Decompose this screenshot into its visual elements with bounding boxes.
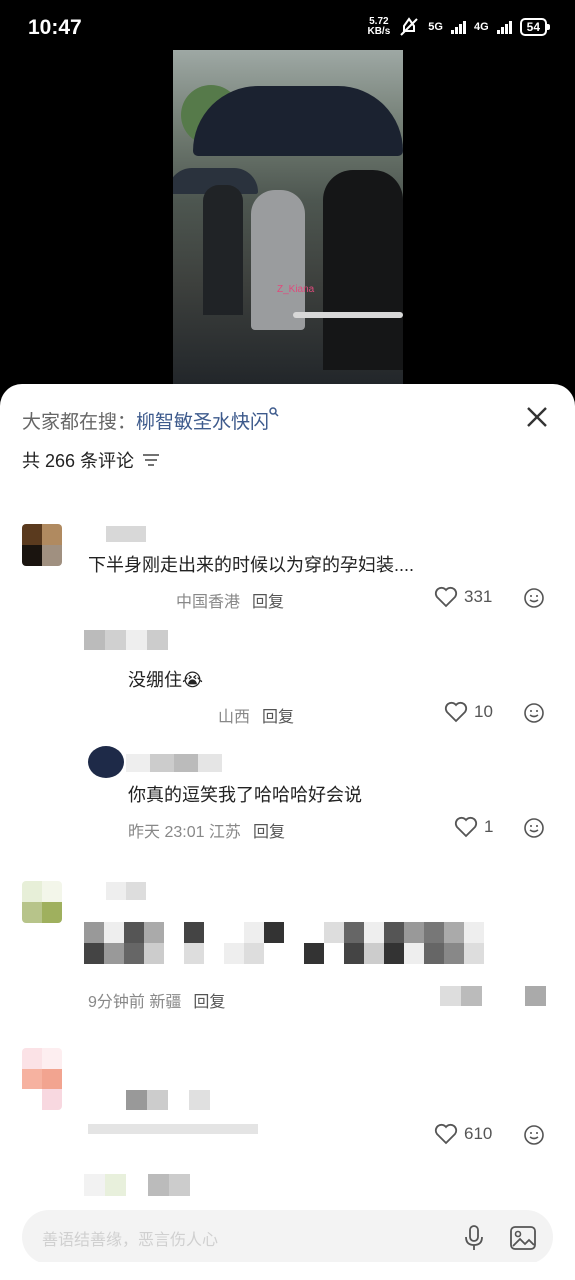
comment-input[interactable]: 善语结善缘，恶言伤人心 — [22, 1210, 553, 1264]
like-count: 331 — [464, 587, 493, 606]
comment-time-location: 9分钟前 新疆 — [88, 994, 182, 1011]
video-umbrella — [193, 86, 403, 156]
like-button[interactable]: 331 — [434, 586, 492, 608]
reply-meta: 昨天 23:01 江苏 回复 — [128, 818, 285, 842]
nav-gesture-area — [0, 1262, 575, 1280]
emoji-icon[interactable] — [523, 702, 545, 724]
mute-alarm-icon — [400, 17, 418, 36]
like-button[interactable]: 610 — [434, 1123, 492, 1145]
username-pixelated — [126, 754, 222, 772]
search-icon — [269, 407, 279, 417]
comment-meta-pixelated — [88, 1124, 258, 1134]
reply-button[interactable]: 回复 — [253, 824, 285, 841]
emoji-icon[interactable] — [523, 1124, 545, 1146]
comment-meta: 中国香港 回复 — [176, 588, 284, 612]
username-pixelated — [126, 1090, 210, 1110]
video-rail — [293, 312, 403, 318]
filter-icon[interactable] — [142, 453, 160, 467]
reply-button[interactable]: 回复 — [193, 994, 225, 1011]
signal-4g-label: 4G — [473, 21, 489, 33]
emoji-icon[interactable] — [523, 587, 545, 609]
username-pixelated — [106, 882, 146, 900]
close-icon[interactable] — [524, 404, 550, 430]
mic-icon[interactable] — [462, 1224, 486, 1252]
hot-search-row: 大家都在搜：柳智敏圣水快闪 — [22, 407, 279, 434]
comment-location: 中国香港 — [176, 594, 241, 611]
video-player[interactable]: Z_Kiana — [173, 50, 403, 385]
comment-count-row[interactable]: 共 266 条评论 — [22, 447, 160, 473]
signal-4g-icon — [496, 20, 512, 34]
username-pixelated — [106, 526, 146, 542]
reply-text: 你真的逗笑我了哈哈哈好会说 — [128, 785, 362, 805]
video-person — [203, 185, 243, 315]
reply-meta: 山西 回复 — [218, 703, 294, 727]
reply-button[interactable]: 回复 — [252, 594, 284, 611]
status-time: 10:47 — [28, 16, 82, 39]
comment-text: 下半身刚走出来的时候以为穿的孕妇装.... — [88, 555, 415, 575]
video-person — [323, 170, 403, 370]
reply-text: 没绷住😭 — [128, 670, 204, 690]
heart-icon — [454, 816, 478, 838]
hot-search-link[interactable]: 柳智敏圣水快闪 — [136, 412, 269, 433]
video-person — [251, 190, 305, 330]
avatar[interactable] — [22, 524, 62, 566]
comment-count: 共 266 条评论 — [22, 451, 135, 471]
avatar[interactable] — [22, 1048, 62, 1110]
comments-sheet: 大家都在搜：柳智敏圣水快闪 共 266 条评论 下半身刚走出来的时候以为穿的孕妇… — [0, 384, 575, 1280]
heart-icon — [434, 586, 458, 608]
like-button[interactable]: 1 — [454, 816, 493, 838]
heart-icon — [444, 701, 468, 723]
emoji-icon[interactable] — [523, 817, 545, 839]
network-speed: 5.72 KB/s — [367, 16, 391, 37]
comment-time-location: 昨天 23:01 江苏 — [128, 824, 241, 841]
image-icon[interactable] — [509, 1224, 537, 1252]
username-pixelated — [84, 1174, 190, 1196]
like-count: 10 — [474, 702, 493, 721]
reply-avatar-pixelated — [84, 630, 168, 650]
like-count: 610 — [464, 1124, 493, 1143]
signal-5g-label: 5G — [428, 21, 443, 33]
comment-input-placeholder: 善语结善缘，恶言伤人心 — [42, 1232, 219, 1249]
reply-button[interactable]: 回复 — [262, 709, 294, 726]
signal-5g-icon — [450, 20, 466, 34]
avatar[interactable] — [22, 881, 62, 923]
heart-icon — [434, 1123, 458, 1145]
comment-text-pixelated — [84, 922, 484, 964]
like-count: 1 — [484, 817, 494, 836]
status-icons: 5.72 KB/s 5G 4G 54 — [367, 16, 551, 37]
comment-meta: 9分钟前 新疆 回复 — [88, 988, 225, 1012]
comment-location: 山西 — [218, 709, 251, 726]
video-watermark: Z_Kiana — [277, 284, 315, 295]
avatar[interactable] — [88, 746, 124, 778]
hot-search-prefix: 大家都在搜： — [22, 412, 137, 433]
battery-indicator: 54 — [519, 18, 551, 36]
like-area-pixelated[interactable] — [440, 986, 546, 1006]
like-button[interactable]: 10 — [444, 701, 493, 723]
